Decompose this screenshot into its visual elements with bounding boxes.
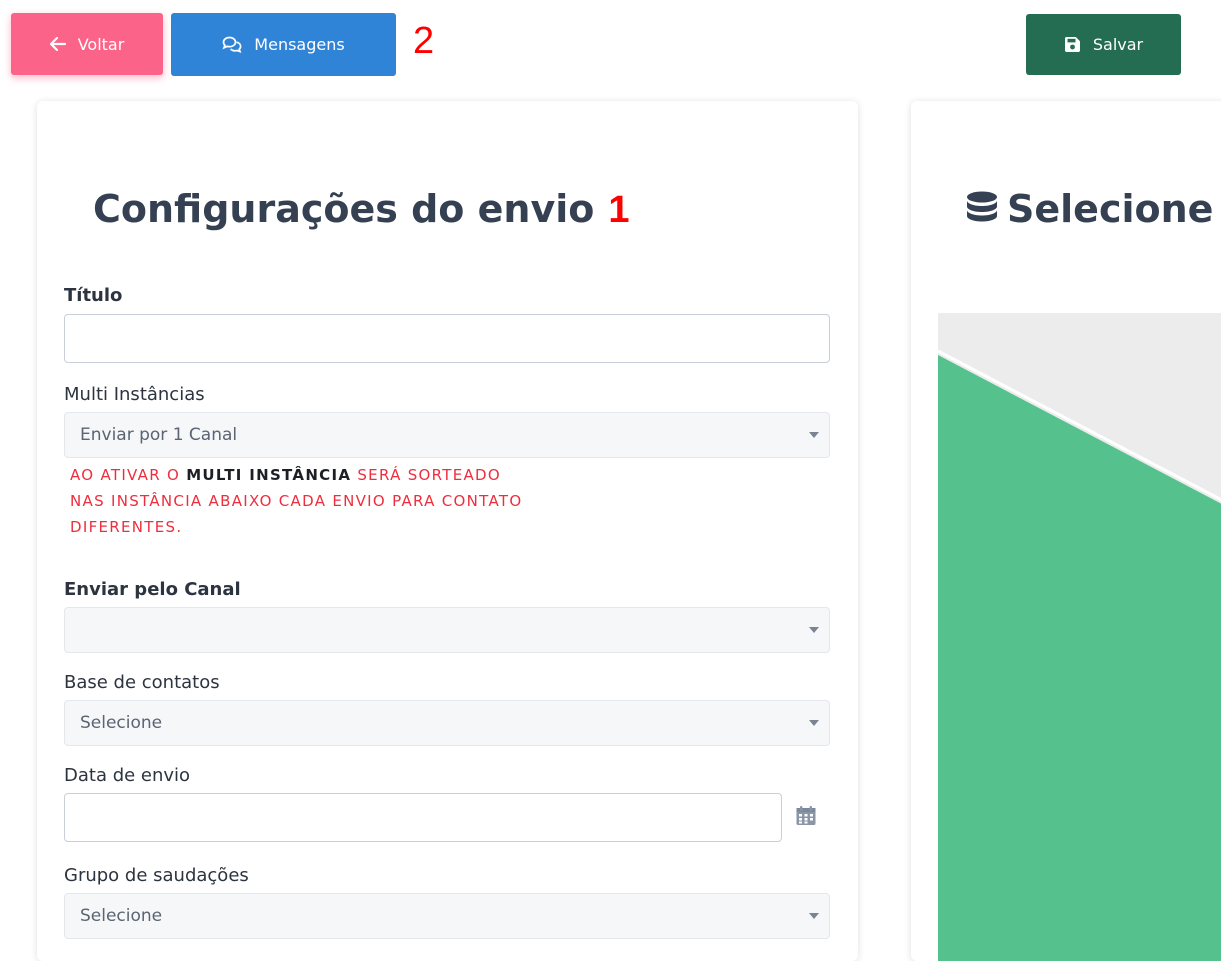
contacts-base-label: Base de contatos bbox=[64, 672, 220, 693]
greetings-group-select[interactable]: Selecione bbox=[64, 893, 830, 939]
chevron-down-icon bbox=[809, 720, 819, 726]
warning-line-3: DIFERENTES. bbox=[70, 518, 183, 536]
channel-label: Enviar pelo Canal bbox=[64, 579, 241, 600]
save-button-label: Salvar bbox=[1092, 35, 1144, 54]
warning-highlight: MULTI INSTÂNCIA bbox=[186, 466, 352, 484]
base-illustration-image bbox=[938, 313, 1221, 961]
select-title-row: Selecione bbox=[965, 187, 1213, 231]
warning-text-end: SERÁ SORTEADO bbox=[351, 466, 502, 484]
chat-bubbles-icon bbox=[222, 36, 242, 53]
multi-instances-label: Multi Instâncias bbox=[64, 384, 205, 405]
multi-instance-warning: AO ATIVAR O MULTI INSTÂNCIA SERÁ SORTEAD… bbox=[70, 462, 790, 540]
messages-button-label: Mensagens bbox=[254, 35, 345, 54]
send-date-input[interactable] bbox=[64, 793, 782, 842]
contacts-base-select[interactable]: Selecione bbox=[64, 700, 830, 746]
send-settings-card: Configurações do envio 1 Título Multi In… bbox=[37, 101, 858, 961]
warning-text-start: AO ATIVAR O bbox=[70, 466, 187, 484]
send-date-label: Data de envio bbox=[64, 765, 191, 786]
send-settings-title-row: Configurações do envio 1 bbox=[93, 187, 630, 232]
annotation-number-1: 1 bbox=[608, 189, 630, 231]
greetings-group-value: Selecione bbox=[80, 906, 163, 926]
save-button[interactable]: Salvar bbox=[1026, 14, 1181, 75]
annotation-number-2: 2 bbox=[413, 20, 435, 62]
calendar-icon[interactable] bbox=[795, 805, 817, 827]
warning-line-2: NAS INSTÂNCIA ABAIXO CADA ENVIO PARA CON… bbox=[70, 492, 523, 510]
multi-instances-select[interactable]: Enviar por 1 Canal bbox=[64, 412, 830, 458]
multi-instances-value: Enviar por 1 Canal bbox=[80, 425, 238, 445]
greetings-group-label: Grupo de saudações bbox=[64, 865, 249, 886]
contacts-base-value: Selecione bbox=[80, 713, 163, 733]
database-icon bbox=[967, 191, 997, 222]
floppy-disk-icon bbox=[1064, 37, 1080, 52]
back-button-label: Voltar bbox=[77, 34, 125, 54]
arrow-left-icon bbox=[49, 37, 66, 51]
select-title: Selecione bbox=[1007, 187, 1214, 231]
messages-button[interactable]: Mensagens bbox=[171, 13, 396, 76]
chevron-down-icon bbox=[809, 913, 819, 919]
title-field-label: Título bbox=[64, 285, 123, 306]
title-input[interactable] bbox=[64, 314, 830, 363]
chevron-down-icon bbox=[809, 432, 819, 438]
back-button[interactable]: Voltar bbox=[11, 13, 163, 75]
channel-select[interactable] bbox=[64, 607, 830, 653]
page-title: Configurações do envio bbox=[93, 187, 595, 231]
select-base-card: Selecione bbox=[911, 101, 1221, 961]
chevron-down-icon bbox=[809, 627, 819, 633]
